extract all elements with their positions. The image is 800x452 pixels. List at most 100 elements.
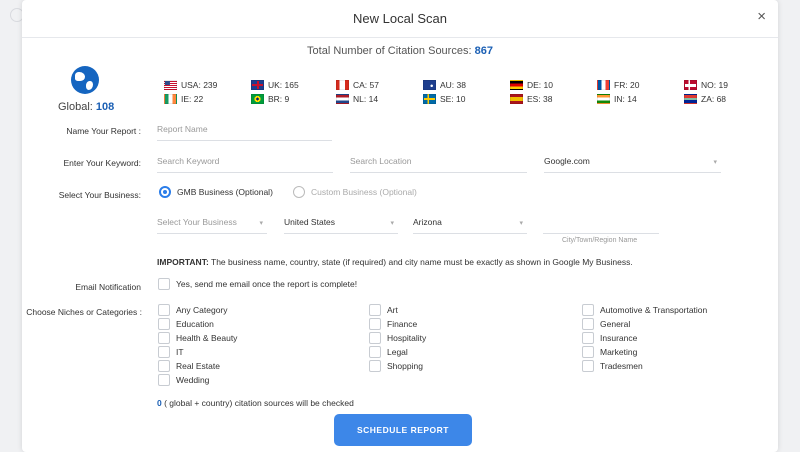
report-name-input[interactable]: Report Name [157, 121, 332, 141]
email-option[interactable]: Yes, send me email once the report is co… [158, 278, 357, 290]
flag-br-icon [251, 94, 264, 104]
flag-za-icon [684, 94, 697, 104]
category-checkbox[interactable] [582, 318, 594, 330]
category-checkbox[interactable] [582, 360, 594, 372]
search-location-input[interactable]: Search Location [350, 153, 527, 173]
category-item[interactable]: General [582, 317, 707, 331]
category-item[interactable]: Education [158, 317, 237, 331]
country-count-label: ES: 38 [527, 94, 553, 104]
category-item[interactable]: Any Category [158, 303, 237, 317]
flag-no-icon [684, 80, 697, 90]
category-label: Art [387, 305, 398, 315]
search-engine-select[interactable]: Google.com ▾ [544, 153, 721, 173]
category-checkbox[interactable] [158, 318, 170, 330]
search-engine-value: Google.com [544, 156, 590, 166]
state-dropdown[interactable]: Arizona ▾ [413, 214, 527, 234]
category-checkbox[interactable] [582, 304, 594, 316]
total-value: 867 [474, 45, 493, 57]
country-count-de: DE: 10 [510, 80, 553, 90]
category-checkbox[interactable] [158, 360, 170, 372]
category-checkbox[interactable] [369, 332, 381, 344]
email-checkbox-label: Yes, send me email once the report is co… [176, 279, 358, 289]
gmb-business-option[interactable]: GMB Business (Optional) [159, 186, 273, 198]
close-icon[interactable]: × [757, 8, 766, 25]
schedule-report-button[interactable]: SCHEDULE REPORT [334, 414, 472, 446]
category-label: Automotive & Transportation [600, 305, 708, 315]
category-label: IT [176, 347, 184, 357]
country-dropdown[interactable]: United States ▾ [284, 214, 398, 234]
citation-text: ( global + country) citation sources wil… [164, 398, 354, 408]
category-item[interactable]: Insurance [582, 331, 707, 345]
business-label: Select Your Business: [58, 190, 141, 200]
country-count-br: BR: 9 [251, 94, 289, 104]
category-item[interactable]: Shopping [369, 359, 426, 373]
country-count-nl: NL: 14 [336, 94, 378, 104]
email-checkbox[interactable] [158, 278, 170, 290]
country-count-ie: IE: 22 [164, 94, 203, 104]
chevron-down-icon: ▾ [259, 220, 263, 227]
custom-business-option[interactable]: Custom Business (Optional) [293, 186, 417, 198]
category-item[interactable]: Finance [369, 317, 426, 331]
category-label: Health & Beauty [176, 333, 238, 343]
category-item[interactable]: Wedding [158, 373, 237, 387]
category-checkbox[interactable] [369, 304, 381, 316]
report-name-label: Name Your Report : [66, 126, 141, 136]
category-label: Finance [387, 319, 418, 329]
category-label: Wedding [176, 375, 210, 385]
category-checkbox[interactable] [582, 346, 594, 358]
modal-title: New Local Scan [353, 11, 447, 26]
country-count-za: ZA: 68 [684, 94, 726, 104]
search-keyword-input[interactable]: Search Keyword [157, 153, 333, 173]
global-label: Global: [58, 101, 93, 113]
category-checkbox[interactable] [369, 360, 381, 372]
niches-label: Choose Niches or Categories : [26, 307, 142, 317]
category-item[interactable]: IT [158, 345, 237, 359]
select-business-dropdown[interactable]: Select Your Business ▾ [157, 214, 267, 234]
category-item[interactable]: Automotive & Transportation [582, 303, 707, 317]
country-count-no: NO: 19 [684, 80, 728, 90]
category-checkbox[interactable] [369, 346, 381, 358]
category-item[interactable]: Legal [369, 345, 426, 359]
city-caption: City/Town/Region Name [562, 237, 638, 244]
category-checkbox[interactable] [158, 332, 170, 344]
select-business-value: Select Your Business [157, 217, 237, 227]
gmb-radio[interactable] [159, 186, 171, 198]
total-citation-sources: Total Number of Citation Sources: 867 [22, 45, 778, 57]
category-item[interactable]: Art [369, 303, 426, 317]
country-count-label: AU: 38 [440, 80, 466, 90]
citation-check-summary: 0 ( global + country) citation sources w… [157, 398, 354, 408]
country-count-se: SE: 10 [423, 94, 466, 104]
category-label: Insurance [600, 333, 638, 343]
category-item[interactable]: Hospitality [369, 331, 426, 345]
category-checkbox[interactable] [582, 332, 594, 344]
category-item[interactable]: Real Estate [158, 359, 237, 373]
citation-count: 0 [157, 398, 162, 408]
category-item[interactable]: Marketing [582, 345, 707, 359]
country-value: United States [284, 217, 336, 227]
flag-se-icon [423, 94, 436, 104]
country-count-label: IN: 14 [614, 94, 637, 104]
chevron-down-icon: ▾ [519, 220, 523, 227]
custom-radio[interactable] [293, 186, 305, 198]
flag-ie-icon [164, 94, 177, 104]
category-checkbox[interactable] [158, 346, 170, 358]
category-item[interactable]: Health & Beauty [158, 331, 237, 345]
globe-icon [71, 66, 99, 94]
category-column-3: Automotive & Transportation General Insura… [582, 303, 707, 373]
chevron-down-icon: ▾ [390, 220, 394, 227]
country-count-label: DE: 10 [527, 80, 553, 90]
global-value: 108 [95, 101, 115, 113]
category-label: Tradesmen [600, 361, 643, 371]
category-item[interactable]: Tradesmen [582, 359, 707, 373]
keyword-label: Enter Your Keyword: [63, 158, 142, 168]
chevron-down-icon: ▾ [713, 159, 717, 166]
category-checkbox[interactable] [158, 374, 170, 386]
gmb-label: GMB Business (Optional) [177, 187, 273, 197]
country-count-label: USA: 239 [181, 80, 218, 90]
category-label: General [600, 319, 631, 329]
global-count: Global: 108 [58, 101, 114, 113]
flag-uk-icon [251, 80, 264, 90]
category-checkbox[interactable] [158, 304, 170, 316]
city-input[interactable] [543, 214, 659, 234]
category-checkbox[interactable] [369, 318, 381, 330]
